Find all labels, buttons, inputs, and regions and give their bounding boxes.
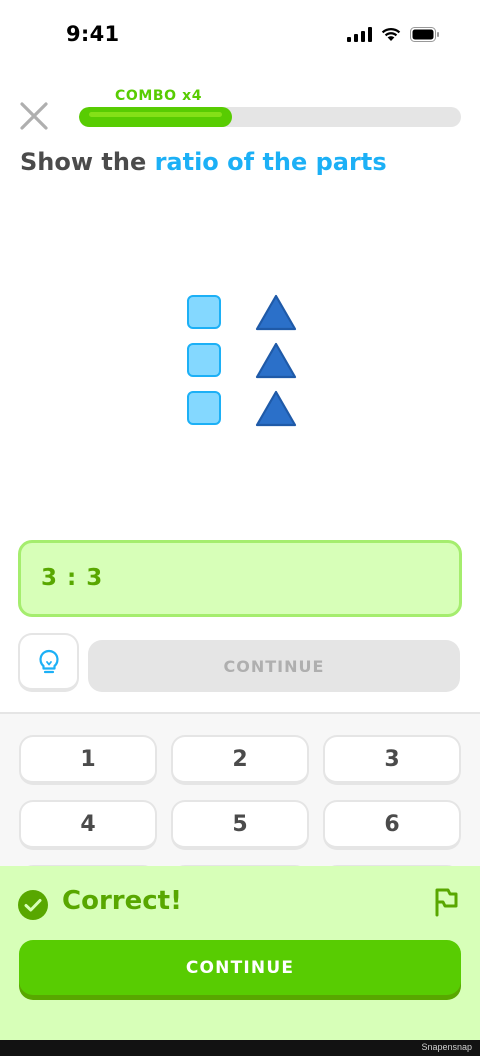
wifi-icon [380,26,402,42]
feedback-message: Correct! [62,886,182,916]
keypad-key-6[interactable]: 6 [323,800,461,850]
combo-label: COMBO x4 [115,88,203,104]
continue-button-disabled[interactable]: CONTINUE [88,640,460,692]
prompt-prefix: Show the [20,148,155,176]
flag-icon [435,888,458,917]
status-time: 9:41 [66,22,120,46]
square-shape [187,391,221,425]
continue-button[interactable]: CONTINUE [19,940,461,995]
cellular-signal-icon [347,26,372,42]
prompt-highlight: ratio of the parts [154,148,387,176]
status-bar: 9:41 [0,0,480,72]
hint-button[interactable] [18,633,79,692]
lightbulb-icon [38,649,59,673]
close-icon [20,102,48,130]
triangle-shape [255,294,297,331]
keypad-key-1[interactable]: 1 [19,735,157,785]
answer-field[interactable]: 3 : 3 [18,540,462,617]
square-shape [187,343,221,377]
keypad-key-4[interactable]: 4 [19,800,157,850]
close-button[interactable] [16,98,52,134]
watermark-text: Snapensnap [421,1042,472,1052]
keypad-key-5[interactable]: 5 [171,800,309,850]
bottom-bar: Snapensnap [0,1040,480,1056]
triangle-shape [255,390,297,427]
question-prompt: Show the ratio of the parts [20,148,387,176]
square-shape [187,295,221,329]
battery-icon [410,26,440,42]
checkmark-icon [18,890,48,920]
keypad-key-3[interactable]: 3 [323,735,461,785]
keypad-key-2[interactable]: 2 [171,735,309,785]
lesson-progress-fill [79,107,232,127]
report-flag-button[interactable] [430,886,460,918]
lesson-progress-bar [79,107,461,127]
ratio-figure [186,293,300,433]
answer-value: 3 : 3 [41,565,104,591]
feedback-panel: Correct! CONTINUE [0,866,480,1040]
status-icons [347,26,440,42]
triangle-shape [255,342,297,379]
